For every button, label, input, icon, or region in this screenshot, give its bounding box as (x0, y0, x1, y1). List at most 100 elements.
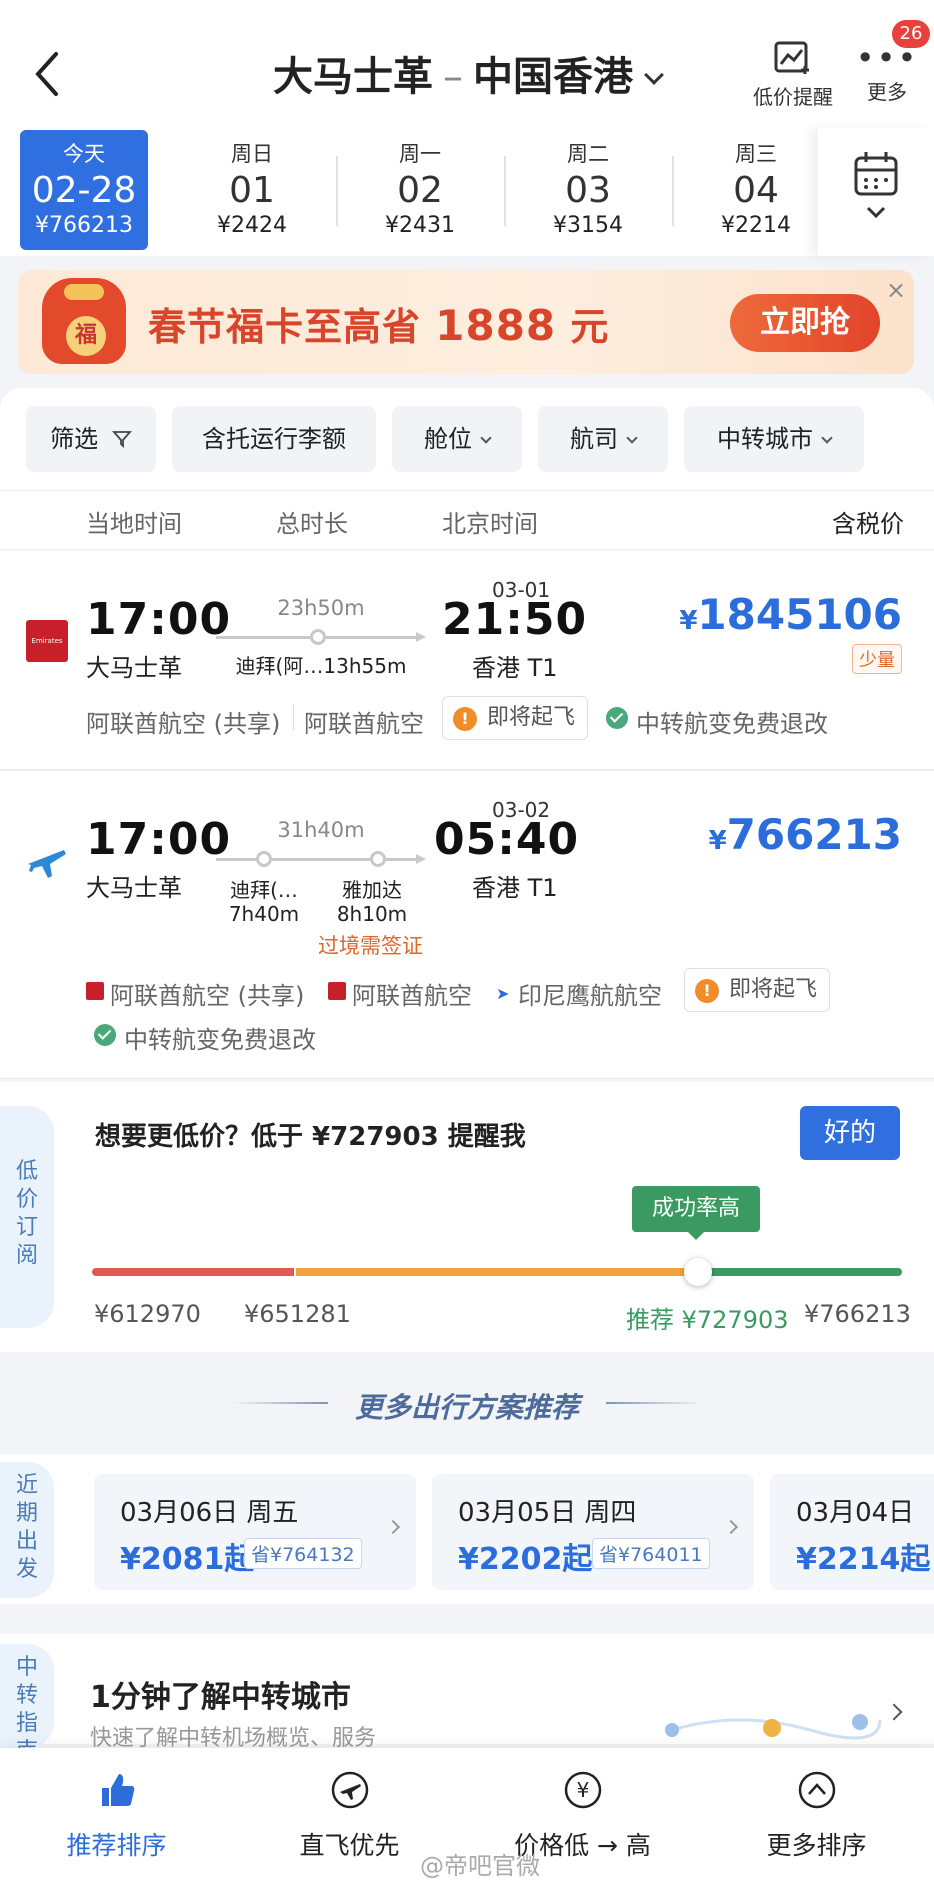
recommend-date: 03月05日 周四 (458, 1498, 637, 1528)
calendar-button[interactable] (818, 128, 934, 256)
date-day: 04 (733, 170, 779, 211)
promo-amount: 1888 (435, 301, 557, 350)
garuda-logo-icon: ➤ (496, 984, 510, 1003)
tick-label-recommended: 推荐 ¥727903 (626, 1306, 789, 1334)
recommend-card[interactable]: 03月06日 周五 ¥2081起 省¥764132 (94, 1474, 416, 1590)
col-duration: 总时长 (276, 510, 348, 538)
destination-city: 中国香港 (473, 54, 633, 100)
transfer-guide-title: 1分钟了解中转城市 (90, 1680, 351, 1715)
departure-time: 17:00 (86, 814, 232, 865)
tab-more-sort[interactable]: 更多排序 (700, 1770, 933, 1862)
price-value: 766213 (726, 810, 902, 859)
recommend-price: ¥2214起 (796, 1542, 931, 1577)
low-price-alert-button[interactable]: 低价提醒 (748, 40, 838, 110)
col-beijing-time: 北京时间 (442, 510, 538, 538)
departing-soon-tag: ! 即将起飞 (684, 968, 831, 1012)
arrival-city: 香港 T1 (472, 874, 558, 902)
plane-icon (24, 838, 68, 886)
transfer-city-label: 中转城市 (717, 425, 813, 453)
date-price: ¥2214 (721, 213, 791, 238)
stop-dot (370, 851, 386, 867)
visa-warning: 过境需签证 (318, 934, 423, 958)
arrow-icon (416, 632, 426, 642)
stop2-name: 雅加达 (342, 878, 402, 902)
recommend-date: 03月04日 (796, 1498, 915, 1528)
emirates-mini-logo-icon (86, 982, 104, 1000)
yen-sign: ¥ (679, 606, 698, 636)
notification-badge: 26 (892, 20, 930, 48)
subscribe-title: 想要更低价？低于 ¥727903 提醒我 (95, 1122, 526, 1152)
date-item[interactable]: 周二 03 ¥3154 (508, 130, 668, 250)
low-price-alert-label: 低价提醒 (753, 85, 833, 109)
chevron-down-icon (626, 432, 638, 444)
calendar-icon (854, 152, 898, 219)
ok-button[interactable]: 好的 (800, 1106, 900, 1160)
alert-icon: ! (453, 707, 477, 731)
grab-now-button[interactable]: 立即抢 (730, 294, 880, 352)
refund-note: 中转航变免费退改 (124, 1026, 316, 1054)
map-pins-illustration (650, 1700, 890, 1752)
check-icon (606, 707, 628, 729)
cabin-filter[interactable]: 舱位 (392, 406, 522, 472)
filter-label: 筛选 (50, 425, 99, 453)
chevron-up-circle-icon (798, 1771, 835, 1809)
chevron-right-icon (385, 1519, 401, 1535)
airline-label: 航司 (570, 425, 618, 453)
date-price: ¥3154 (553, 213, 623, 238)
date-today[interactable]: 今天 02-28 ¥766213 (20, 130, 148, 250)
emirates-mini-logo-icon (328, 982, 346, 1000)
success-rate-tag: 成功率高 (632, 1186, 760, 1240)
title-line-right (606, 1402, 702, 1404)
more-label: 更多 (867, 80, 907, 104)
airline-filter[interactable]: 航司 (538, 406, 668, 472)
arrival-time: 21:50 (442, 594, 588, 645)
date-weekday: 周三 (735, 142, 777, 166)
filter-button[interactable]: 筛选 (26, 406, 156, 472)
tab-label: 更多排序 (766, 1831, 867, 1860)
date-day: 02-28 (31, 170, 137, 211)
recommend-card[interactable]: 03月05日 周四 ¥2202起 省¥764011 (432, 1474, 754, 1590)
stop-dot (256, 851, 272, 867)
flight-price: ¥766213 (640, 810, 902, 859)
banner-close-icon[interactable]: × (886, 276, 906, 304)
tick-label: ¥766213 (804, 1300, 911, 1328)
more-button[interactable]: ••• 更多 (854, 40, 920, 105)
date-day: 02 (397, 170, 443, 211)
route-line (216, 858, 416, 861)
departing-soon-label: 即将起飞 (487, 705, 576, 730)
airline-name: 阿联酋航空 (共享) (86, 710, 281, 738)
departing-soon-tag: ! 即将起飞 (442, 696, 589, 740)
tick-label: ¥651281 (244, 1300, 351, 1328)
date-item[interactable]: 周三 04 ¥2214 (676, 130, 836, 250)
date-weekday: 周二 (567, 142, 609, 166)
recent-side-label: 近期出发 (0, 1462, 54, 1598)
divider (293, 704, 294, 730)
cabin-label: 舱位 (424, 425, 472, 453)
promo-suffix: 元 (570, 305, 610, 349)
date-day: 03 (565, 170, 611, 211)
yen-circle-icon: ¥ (564, 1771, 601, 1809)
price-bar-green (700, 1268, 902, 1276)
tab-label: 推荐排序 (66, 1831, 167, 1860)
flight-duration: 23h50m (277, 596, 365, 620)
origin-city: 大马士革 (273, 54, 433, 100)
divider (672, 156, 674, 226)
refund-note: 中转航变免费退改 (636, 710, 828, 738)
price-slider-handle[interactable] (684, 1258, 712, 1286)
departure-city: 大马士革 (86, 654, 182, 682)
tab-recommended-sort[interactable]: 推荐排序 (0, 1770, 233, 1862)
chevron-down-icon (644, 65, 664, 85)
subscribe-side-label: 低价订阅 (0, 1106, 54, 1328)
stop-dot (310, 629, 326, 645)
date-item[interactable]: 周一 02 ¥2431 (340, 130, 500, 250)
flight-price: ¥1845106 (640, 590, 902, 639)
transfer-city-filter[interactable]: 中转城市 (684, 406, 864, 472)
arrow-icon (416, 854, 426, 864)
baggage-filter[interactable]: 含托运行李额 (172, 406, 376, 472)
date-item[interactable]: 周日 01 ¥2424 (172, 130, 332, 250)
recommend-card[interactable]: 03月04日 ¥2214起 (770, 1474, 934, 1590)
fu-character: 福 (66, 316, 106, 356)
departing-soon-label: 即将起飞 (729, 977, 818, 1002)
departure-city: 大马士革 (86, 874, 182, 902)
alert-icon: ! (695, 979, 719, 1003)
